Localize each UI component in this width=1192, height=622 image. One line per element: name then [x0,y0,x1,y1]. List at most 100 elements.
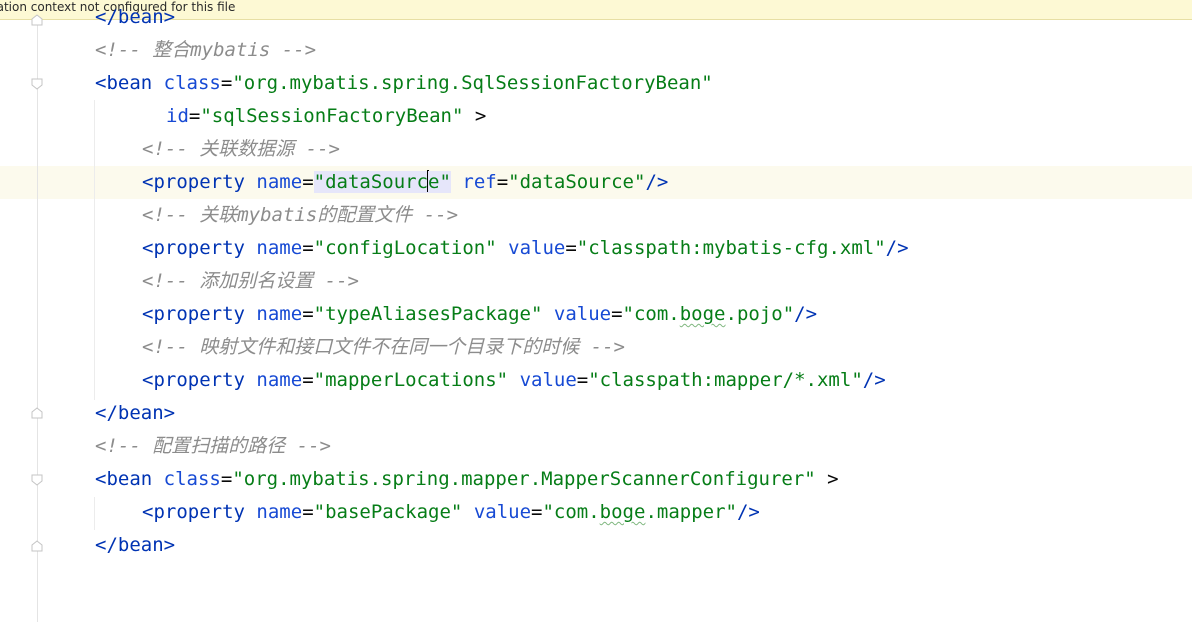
value-part: "com. [542,501,600,523]
typo-word: boge [599,501,646,523]
code-line-current[interactable]: <property name="dataSour"dataSource" ref… [142,166,668,199]
code-line[interactable]: <bean class="org.mybatis.spring.mapper.M… [95,463,839,496]
xml-equals: = [611,303,623,325]
xml-self-close: /> [862,369,886,391]
xml-self-close: /> [736,501,760,523]
xml-attr-name: value [508,237,566,259]
xml-attr-name: id [166,105,189,127]
code-line[interactable]: <!-- 关联数据源 --> [142,133,340,166]
value-part: .pojo" [725,303,795,325]
xml-comment: <!-- 整合mybatis --> [95,39,317,61]
xml-attr-name: value [519,369,577,391]
xml-close-tag: </bean> [95,402,176,424]
xml-equals: = [531,501,543,523]
xml-tag-name: property [153,237,245,259]
code-line[interactable]: <property name="mapperLocations" value="… [142,364,886,397]
value-part: e" [428,171,451,193]
value-part: "com. [622,303,680,325]
code-line[interactable]: <bean class="org.mybatis.spring.SqlSessi… [95,67,713,100]
xml-comment: <!-- 关联数据源 --> [142,138,340,160]
code-line[interactable]: </bean> [95,1,175,34]
code-line[interactable]: <!-- 映射文件和接口文件不在同一个目录下的时候 --> [142,331,625,364]
xml-attr-value: "mapperLocations" [313,369,509,391]
xml-tag-name: property [153,303,245,325]
fold-end-icon[interactable] [31,540,43,552]
xml-attr-value: "com.boge.mapper" [542,501,736,523]
xml-tag-name: property [153,369,245,391]
xml-attr-name: class [163,72,221,94]
xml-attr-value: "org.mybatis.spring.SqlSessionFactoryBea… [232,72,713,94]
fold-start-icon[interactable] [31,78,43,90]
xml-equals: = [302,501,314,523]
code-line[interactable]: <!-- 整合mybatis --> [95,34,316,67]
code-line[interactable]: </bean> [95,397,175,430]
value-part: .mapper" [645,501,737,523]
xml-tag-close: > [463,105,487,127]
code-line[interactable]: </bean> [95,529,175,562]
xml-tag-name: property [153,171,245,193]
xml-attr-value: "org.mybatis.spring.mapper.MapperScanner… [232,468,816,490]
xml-attr-value: "classpath:mapper/*.xml" [588,369,863,391]
code-line[interactable]: <!-- 添加别名设置 --> [142,265,359,298]
xml-lt: < [142,303,154,325]
xml-comment: <!-- 配置扫描的路径 --> [95,435,331,457]
xml-equals: = [576,369,589,391]
xml-tag-close: > [815,468,839,490]
fold-end-icon[interactable] [31,407,43,419]
xml-attr-name: value [553,303,612,325]
indent-guide [94,497,95,530]
xml-attr-name: class [163,468,221,490]
xml-self-close: /> [885,237,909,259]
xml-attr-value: "dataSour"dataSource" [313,170,451,193]
xml-attr-name: name [256,171,303,193]
xml-tag-open: <bean [95,72,153,94]
gutter-divider [37,21,38,622]
code-line[interactable]: <property name="typeAliasesPackage" valu… [142,298,817,331]
xml-equals: = [302,237,314,259]
xml-attr-name: name [256,369,303,391]
value-part: "dataSour [313,171,417,193]
xml-equals: = [220,72,233,94]
xml-lt: < [142,171,154,193]
xml-attr-value: "sqlSessionFactoryBean" [200,105,464,127]
xml-equals: = [565,237,577,259]
xml-close-tag: </bean> [95,6,176,28]
xml-attr-value: "classpath:mybatis-cfg.xml" [576,237,886,259]
xml-comment: <!-- 映射文件和接口文件不在同一个目录下的时候 --> [142,336,625,358]
xml-lt: < [142,369,154,391]
xml-attr-value: "basePackage" [313,501,463,523]
fold-end-icon[interactable] [31,14,43,26]
indent-guide [94,100,95,400]
xml-equals: = [188,105,201,127]
xml-attr-name: name [256,237,303,259]
code-line[interactable]: id="sqlSessionFactoryBean" > [166,100,486,133]
xml-attr-value: "com.boge.pojo" [623,303,795,325]
code-line[interactable]: <property name="basePackage" value="com.… [142,496,760,529]
code-line[interactable]: <property name="configLocation" value="c… [142,232,909,265]
xml-attr-value: "dataSource" [508,171,646,193]
xml-tag-open: <bean [95,468,153,490]
xml-attr-name: ref [462,171,497,193]
notification-banner: cation context not configured for this f… [0,0,1192,20]
code-line[interactable]: <!-- 配置扫描的路径 --> [95,430,331,463]
xml-equals: = [496,171,509,193]
xml-attr-value: "configLocation" [313,237,497,259]
xml-equals: = [302,303,314,325]
xml-equals: = [302,369,314,391]
xml-close-tag: </bean> [95,534,176,556]
xml-self-close: /> [794,303,818,325]
xml-comment: <!-- 关联mybatis的配置文件 --> [142,204,459,226]
typo-word: boge [679,303,726,325]
code-line[interactable]: <!-- 关联mybatis的配置文件 --> [142,199,458,232]
fold-start-icon[interactable] [31,474,43,486]
xml-self-close: /> [645,171,669,193]
xml-attr-name: value [473,501,532,523]
xml-equals: = [302,171,314,193]
xml-equals: = [220,468,233,490]
xml-comment: <!-- 添加别名设置 --> [142,270,359,292]
xml-lt: < [142,501,154,523]
xml-attr-name: name [256,501,303,523]
xml-attr-name: name [256,303,303,325]
xml-attr-value: "typeAliasesPackage" [313,303,543,325]
xml-lt: < [142,237,154,259]
